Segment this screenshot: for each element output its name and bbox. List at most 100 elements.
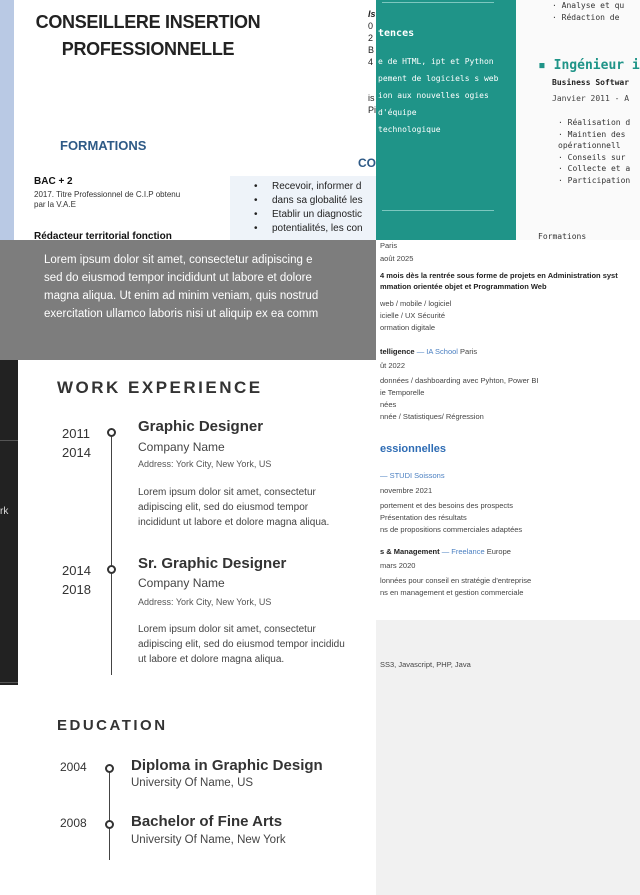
job-title: ▪ Ingénieur i xyxy=(538,58,640,73)
skill-item: pement de logiciels s web xyxy=(378,74,499,83)
formations-heading: FORMATIONS xyxy=(60,138,147,153)
degree-label: BAC + 2 xyxy=(34,176,73,187)
timeline-line xyxy=(111,435,112,675)
lorem-line: sed do eiusmod tempor incididunt ut labo… xyxy=(44,272,312,284)
company-name: Company Name xyxy=(138,576,225,590)
company-name: Business Softwar xyxy=(552,78,630,87)
education-heading: EDUCATION xyxy=(57,717,168,734)
experiences-heading: essionnelles xyxy=(380,443,447,455)
lorem-line: exercitation ullamco laboris nisi ut ali… xyxy=(44,308,319,320)
timeline-dot xyxy=(107,565,116,574)
school-city: Paris xyxy=(457,347,478,356)
timeline-line xyxy=(109,770,110,860)
cv-page-conseillere: CONSEILLERE INSERTION PROFESSIONNELLE FO… xyxy=(0,0,380,245)
list-item-continued: dans sa globalité les xyxy=(254,194,380,208)
sidebar-divider xyxy=(382,210,494,211)
background-area: SS3, Javascript, PHP, Java xyxy=(376,620,640,895)
list-item: Recevoir, informer d xyxy=(254,180,380,194)
tech-line: SS3, Javascript, PHP, Java xyxy=(380,660,471,669)
missions-list: Recevoir, informer d dans sa globalité l… xyxy=(254,180,380,236)
company-name: — Freelance xyxy=(439,547,485,556)
degree-title: Bachelor of Fine Arts xyxy=(131,813,283,830)
description-line: adipiscing elit, sed do eiusmod tempor i… xyxy=(138,639,345,650)
task-item: · Participation xyxy=(558,175,631,185)
text-row: mmation orientée objet et Programmation … xyxy=(380,282,547,291)
list-item-text: potentialités, les con xyxy=(272,223,363,234)
text-row: ns de propositions commerciales adaptées xyxy=(380,525,523,534)
company-address: Address: York City, New York, US xyxy=(138,597,272,607)
text-row: 4 mois dès la rentrée sous forme de proj… xyxy=(380,271,618,280)
degree-title: Diploma in Graphic Design xyxy=(131,757,323,774)
task-item: · Conseils sur xyxy=(558,152,626,162)
text-row: ormation digitale xyxy=(380,323,436,332)
sidebar-divider xyxy=(0,440,18,441)
lorem-paragraph: Lorem ipsum dolor sit amet, consectetur … xyxy=(44,251,376,323)
text-row: lonnées pour conseil en stratégie d'entr… xyxy=(380,576,532,585)
top-tasks: · Analyse et qu · Rédaction de xyxy=(552,0,640,24)
task-line: · Rédaction de xyxy=(552,13,620,22)
resume-page: rk WORK EXPERIENCE 2011 2014 Graphic Des… xyxy=(0,360,376,895)
skills-list: e de HTML, ipt et Python pement de logic… xyxy=(378,56,514,141)
task-item: · Réalisation d xyxy=(558,118,631,127)
text-row: données / dashboarding avec Pyhton, Powe… xyxy=(380,376,539,385)
job-start-year: 2014 xyxy=(62,563,91,578)
text-row: ût 2022 xyxy=(380,361,406,370)
text-row: ie Temporelle xyxy=(380,388,425,397)
task-line: · Analyse et qu xyxy=(552,1,625,10)
company-address: Address: York City, New York, US xyxy=(138,459,272,469)
skill-item: d'équipe xyxy=(378,108,417,117)
school-program: telligence xyxy=(380,347,415,356)
description-line: incididunt ut labore et dolore magna ali… xyxy=(138,517,330,528)
skill-item: ion aux nouvelles ogies xyxy=(378,91,489,100)
skill-item: technologique xyxy=(378,125,441,134)
text-row: nnée / Statistiques/ Régression xyxy=(380,412,484,421)
job-title: Sr. Graphic Designer xyxy=(138,555,287,572)
company-line: s & Management — Freelance Europe xyxy=(380,546,511,557)
text-row: web / mobile / logiciel xyxy=(380,299,452,308)
school-name: University Of Name, New York xyxy=(131,834,286,846)
text-row: — STUDI Soissons xyxy=(380,471,445,480)
school-name: University Of Name, US xyxy=(131,777,254,789)
cv-page-data: Paris août 2025 4 mois dès la rentrée so… xyxy=(376,240,640,620)
timeline-dot xyxy=(105,820,114,829)
work-experience-heading: WORK EXPERIENCE xyxy=(57,378,263,397)
list-item: Etablir un diagnostic xyxy=(254,208,380,222)
task-item: · Maintien des xyxy=(558,129,626,139)
dark-sidebar: rk xyxy=(0,360,18,685)
text-row: nées xyxy=(380,400,397,409)
role-name: s & Management xyxy=(380,547,440,556)
text-row: Paris xyxy=(380,241,398,250)
job-start-year: 2011 xyxy=(62,426,90,441)
job-end-year: 2014 xyxy=(62,445,91,460)
degree-description: 2017. Titre Professionnel de C.I.P obten… xyxy=(34,190,181,209)
lorem-line: magna aliqua. Ut enim ad minim veniam, q… xyxy=(44,290,319,302)
school-line: telligence — IA School Paris xyxy=(380,346,477,357)
education-year: 2004 xyxy=(60,760,87,774)
page-edge-strip xyxy=(0,0,14,245)
sidebar-divider xyxy=(382,2,494,3)
list-item-text: dans sa globalité les xyxy=(272,195,363,206)
text-row: mars 2020 xyxy=(380,561,416,570)
description-line: Lorem ipsum dolor sit amet, consectetur xyxy=(138,624,316,635)
lorem-overlay-band: Lorem ipsum dolor sit amet, consectetur … xyxy=(0,240,376,360)
teal-sidebar: tences e de HTML, ipt et Python pement d… xyxy=(376,0,516,242)
timeline-dot xyxy=(107,428,116,437)
education-year: 2008 xyxy=(60,816,87,830)
text-row: août 2025 xyxy=(380,254,414,263)
cv-page-ingenieur: tences e de HTML, ipt et Python pement d… xyxy=(376,0,640,242)
job-date: Janvier 2011 - A xyxy=(552,94,630,103)
task-item: · Collecte et a xyxy=(558,164,631,173)
description-line: Lorem ipsum dolor sit amet, consectetur xyxy=(138,487,316,498)
job-description: Lorem ipsum dolor sit amet, consectetur … xyxy=(138,622,376,667)
description-line: ut labore et dolore magna aliqua. xyxy=(138,654,285,665)
cv-title: CONSEILLERE INSERTION PROFESSIONNELLE xyxy=(35,12,261,59)
text-row: Présentation des résultats xyxy=(380,513,467,522)
job-end-year: 2018 xyxy=(62,582,91,597)
task-item: opérationnell xyxy=(558,141,621,150)
job-description: Lorem ipsum dolor sit amet, consectetur … xyxy=(138,485,376,530)
text-row: portement et des besoins des prospects xyxy=(380,501,513,510)
description-line: adipiscing elit, sed do eiusmod tempor xyxy=(138,502,309,513)
text-row: ns en management et gestion commerciale xyxy=(380,588,524,597)
text-row: icielle / UX Sécurité xyxy=(380,311,446,320)
timeline-dot xyxy=(105,764,114,773)
